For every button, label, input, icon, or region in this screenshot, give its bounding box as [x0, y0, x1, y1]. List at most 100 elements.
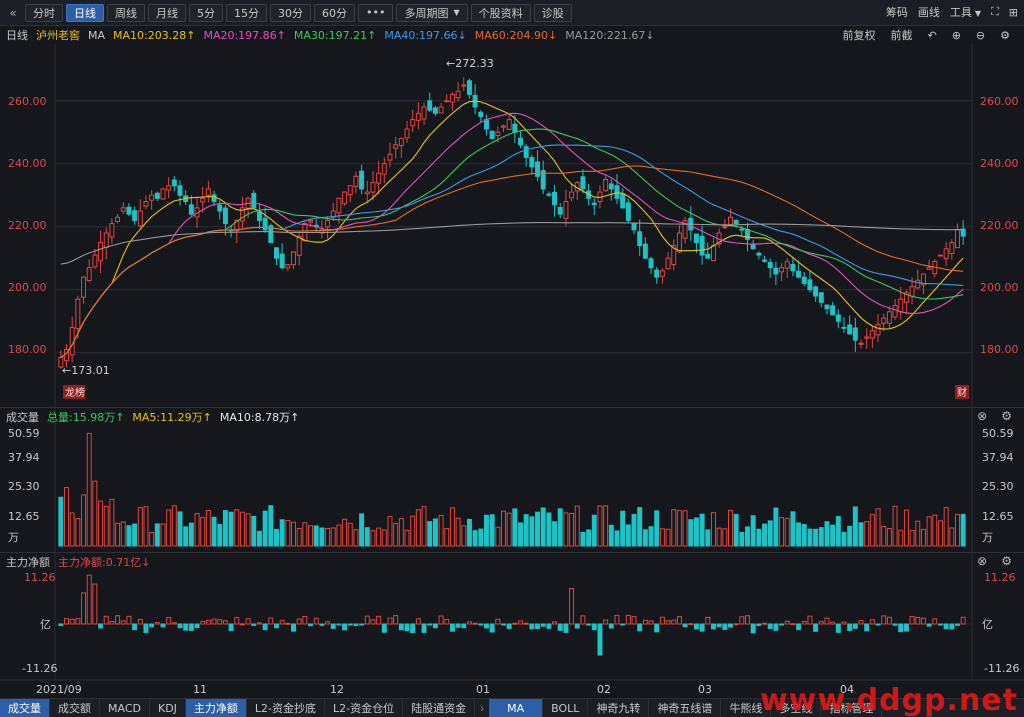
close-icon[interactable]: ⊗ — [977, 409, 987, 423]
candle-up — [659, 270, 665, 277]
flow-bar-in — [665, 620, 671, 625]
finance-marker[interactable] — [955, 385, 969, 399]
period-weekly-button[interactable]: 周线 — [107, 3, 145, 22]
tab-l2-bottom[interactable]: L2-资金抄底 — [247, 698, 326, 717]
flow-bar-out — [478, 623, 484, 626]
back-icon[interactable]: « — [4, 4, 22, 22]
candle-down — [824, 304, 830, 310]
adjust-dropdown[interactable]: 前复权 — [842, 27, 875, 43]
candle-up — [915, 279, 921, 289]
fullscreen-icon[interactable]: ⛶ — [991, 5, 999, 19]
settings-icon[interactable]: ⚙ — [1000, 29, 1010, 42]
volume-bar-down — [251, 515, 257, 547]
ma60-value: MA60:204.90↓ — [474, 28, 558, 42]
flow-bar-out — [291, 623, 296, 632]
tab-main-net-flow[interactable]: 主力净额 — [185, 698, 247, 717]
candlestick-chart[interactable]: 260.00 240.00 220.00 200.00 180.00 260.0… — [0, 0, 1024, 698]
volume-bar-down — [841, 531, 847, 547]
stock-info-button[interactable]: 个股资料 — [470, 3, 531, 22]
ma-indicator-label[interactable]: MA — [88, 29, 105, 42]
volume-bar-up — [404, 529, 410, 547]
flow-bar-out — [903, 623, 909, 632]
flow-bar-out — [699, 623, 705, 632]
flow-bar-in — [285, 622, 291, 625]
volume-bar-up — [671, 509, 677, 547]
volume-bar-down — [427, 521, 433, 547]
flow-bar-in — [171, 622, 177, 625]
period-intraday-button[interactable]: 分时 — [25, 3, 63, 22]
volume-bar-down — [847, 525, 853, 547]
flow-bar-out — [183, 623, 189, 631]
flow-bar-out — [773, 623, 779, 631]
more-periods-button[interactable]: ••• — [358, 3, 394, 22]
flow-bar-in — [325, 621, 331, 625]
volume-bar-up — [234, 509, 240, 547]
period-5min-button[interactable]: 5分 — [189, 3, 223, 22]
volume-bar-down — [835, 515, 841, 547]
candle-down — [631, 223, 637, 231]
flow-bar-out — [813, 623, 819, 632]
tab-magic-nine[interactable]: 神奇九转 — [588, 698, 650, 717]
volume-bar-up — [194, 512, 200, 547]
candle-down — [154, 192, 160, 199]
volume-bar-up — [728, 509, 733, 547]
period-15min-button[interactable]: 15分 — [226, 3, 267, 22]
tab-magic-five[interactable]: 神奇五线谱 — [649, 698, 722, 717]
multi-period-dropdown[interactable]: 多周期图 ▼ — [396, 3, 468, 22]
settings-icon[interactable]: ⚙ — [1001, 409, 1012, 423]
stock-name[interactable]: 泸州老窖 — [36, 27, 80, 43]
candle-down — [427, 100, 433, 111]
cut-button[interactable]: 前截 — [890, 27, 912, 43]
undo-icon[interactable]: ↶ — [927, 29, 936, 42]
candle-up — [364, 191, 370, 195]
flow-bar-in — [631, 616, 637, 625]
layout-icon[interactable]: ⊞ — [1009, 6, 1018, 19]
tab-boll[interactable]: BOLL — [543, 698, 589, 717]
volume-panel-title[interactable]: 成交量 — [6, 409, 39, 425]
candle-up — [58, 356, 64, 368]
zoom-out-icon[interactable]: ⊖ — [976, 29, 985, 42]
candle-down — [132, 210, 138, 221]
tools-button[interactable]: 工具 ▼ — [950, 4, 981, 20]
flow-panel-title[interactable]: 主力净额 — [6, 554, 50, 570]
volume-bar-up — [330, 527, 336, 547]
period-30min-button[interactable]: 30分 — [270, 3, 311, 22]
period-daily-button[interactable]: 日线 — [66, 3, 104, 22]
tab-kdj[interactable]: KDJ — [150, 698, 186, 717]
flow-bar-in — [960, 616, 966, 625]
diagnose-button[interactable]: 诊股 — [533, 3, 572, 22]
candle-down — [546, 193, 552, 196]
volume-bar-up — [421, 506, 427, 547]
candle-up — [285, 264, 291, 269]
tab-macd[interactable]: MACD — [100, 698, 150, 717]
tab-volume[interactable]: 成交量 — [0, 698, 50, 717]
volume-bar-up — [784, 518, 790, 547]
tab-scroll-icon[interactable]: › — [475, 702, 489, 715]
flow-bar-in — [313, 617, 319, 625]
candle-up — [98, 241, 104, 262]
close-icon[interactable]: ⊗ — [977, 554, 987, 568]
flow-bar-in — [376, 615, 382, 625]
volume-bar-down — [620, 510, 626, 547]
flow-bar-in — [671, 619, 677, 625]
flow-bar-in — [523, 622, 529, 625]
dragon-list-marker[interactable] — [63, 385, 85, 399]
draw-line-button[interactable]: 画线 — [918, 4, 940, 20]
candle-down — [211, 194, 217, 203]
period-monthly-button[interactable]: 月线 — [148, 3, 186, 22]
candle-down — [654, 269, 660, 278]
candle-up — [926, 267, 932, 270]
tab-turnover[interactable]: 成交额 — [50, 698, 100, 717]
flow-bar-in — [415, 618, 421, 625]
period-60min-button[interactable]: 60分 — [314, 3, 355, 22]
flow-bar-in — [239, 623, 245, 626]
tab-l2-position[interactable]: L2-资金仓位 — [325, 698, 404, 717]
settings-icon[interactable]: ⚙ — [1001, 554, 1012, 568]
flow-bar-out — [506, 623, 512, 630]
candle-up — [291, 251, 296, 266]
flow-bar-out — [143, 623, 149, 633]
tab-ma[interactable]: MA — [489, 698, 544, 717]
zoom-in-icon[interactable]: ⊕ — [952, 29, 961, 42]
tab-northbound[interactable]: 陆股通资金 — [403, 698, 476, 717]
chips-button[interactable]: 筹码 — [886, 4, 908, 20]
